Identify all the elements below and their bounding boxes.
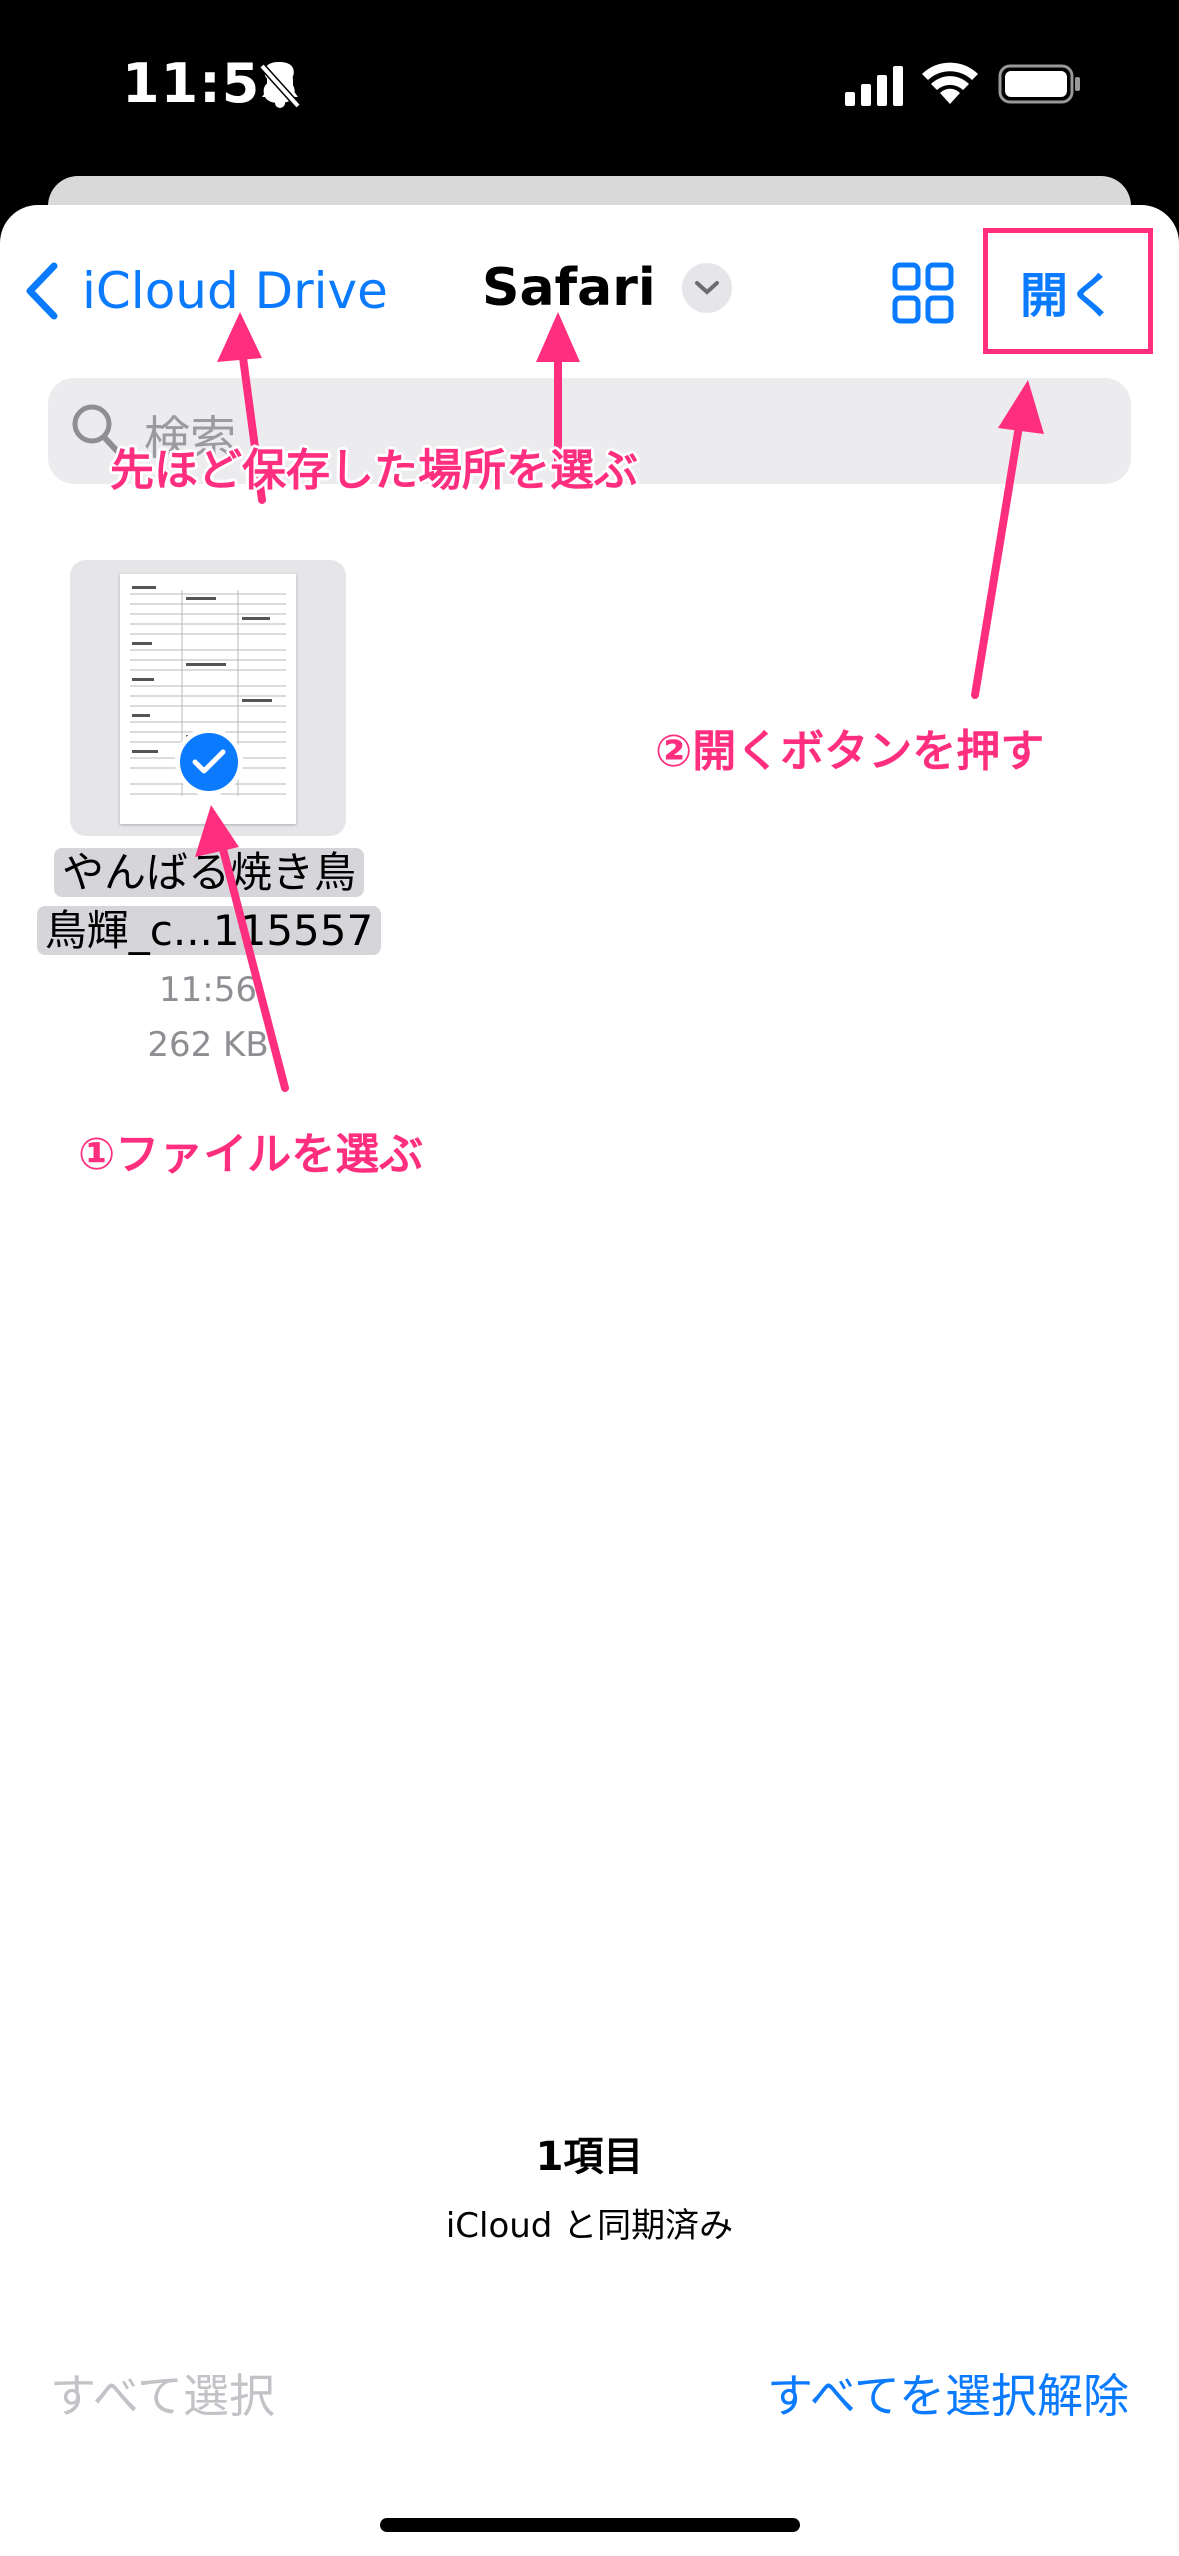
home-indicator[interactable] — [380, 2518, 800, 2532]
item-count: 1項目 — [535, 2134, 644, 2180]
select-all-button[interactable]: すべて選択 — [50, 2360, 275, 2426]
annotation-press-open: ②開くボタンを押す — [655, 726, 1045, 777]
sync-status: iCloud と同期済み — [445, 2206, 734, 2246]
annotation-choose-file: ①ファイルを選ぶ — [78, 1129, 424, 1180]
annotation-choose-location: 先ほど保存した場所を選ぶ — [110, 445, 638, 496]
deselect-all-button[interactable]: すべてを選択解除 — [767, 2360, 1129, 2426]
